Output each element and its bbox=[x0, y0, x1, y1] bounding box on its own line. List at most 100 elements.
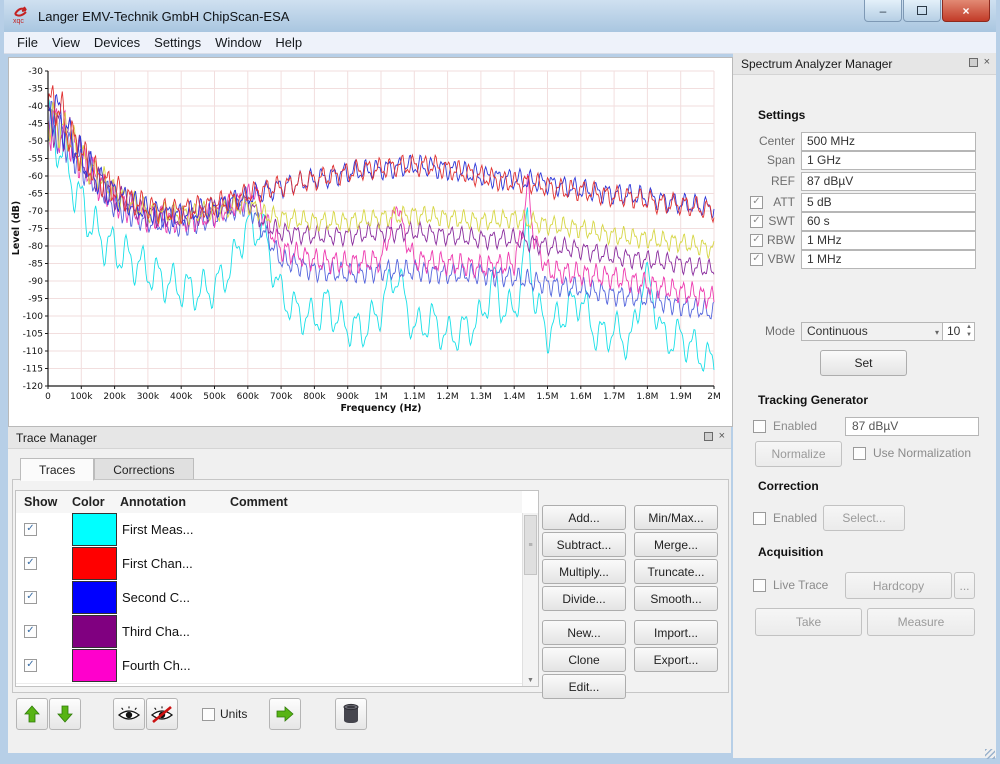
color-swatch[interactable] bbox=[72, 581, 117, 614]
maximize-button[interactable] bbox=[903, 0, 941, 22]
move-up-button[interactable] bbox=[16, 698, 48, 730]
hardcopy-button[interactable]: Hardcopy bbox=[845, 572, 952, 599]
spinner-arrows-icon[interactable]: ▲▼ bbox=[966, 323, 972, 339]
ref-input[interactable]: 87 dBµV bbox=[801, 172, 976, 191]
color-swatch[interactable] bbox=[72, 513, 117, 546]
menu-devices[interactable]: Devices bbox=[87, 33, 147, 52]
tracking-enabled-checkbox[interactable] bbox=[753, 420, 766, 433]
color-swatch[interactable] bbox=[72, 615, 117, 648]
edit-button[interactable]: Edit... bbox=[542, 674, 626, 699]
show-checkbox[interactable] bbox=[24, 591, 37, 604]
menu-file[interactable]: File bbox=[10, 33, 45, 52]
subtract-button[interactable]: Subtract... bbox=[542, 532, 626, 557]
svg-text:-50: -50 bbox=[28, 137, 43, 147]
set-button[interactable]: Set bbox=[820, 350, 907, 376]
table-row[interactable]: Second C... bbox=[16, 581, 522, 616]
table-row[interactable]: First Chan... bbox=[16, 547, 522, 582]
tab-corrections[interactable]: Corrections bbox=[94, 458, 193, 481]
spectrum-analyzer-header[interactable]: Spectrum Analyzer Manager × bbox=[733, 53, 996, 75]
show-checkbox[interactable] bbox=[24, 659, 37, 672]
show-checkbox[interactable] bbox=[24, 557, 37, 570]
delete-trace-button[interactable] bbox=[335, 698, 367, 730]
svg-text:700k: 700k bbox=[270, 392, 293, 402]
close-panel-icon[interactable]: × bbox=[719, 432, 725, 441]
import-button[interactable]: Import... bbox=[634, 620, 718, 645]
show-checkbox[interactable] bbox=[24, 523, 37, 536]
menu-window[interactable]: Window bbox=[208, 33, 268, 52]
scroll-down-icon[interactable]: ▼ bbox=[523, 677, 538, 684]
scrollbar-thumb[interactable]: ≡ bbox=[524, 515, 537, 575]
divide-button[interactable]: Divide... bbox=[542, 586, 626, 611]
minimize-button[interactable]: – bbox=[864, 0, 902, 22]
table-row[interactable]: First Meas... bbox=[16, 513, 522, 548]
add-button[interactable]: Add... bbox=[542, 505, 626, 530]
svg-text:-60: -60 bbox=[28, 172, 43, 182]
trace-manager-header[interactable]: Trace Manager × bbox=[8, 427, 731, 449]
truncate-button[interactable]: Truncate... bbox=[634, 559, 718, 584]
table-row[interactable]: Third Cha... bbox=[16, 615, 522, 650]
hide-trace-button[interactable] bbox=[146, 698, 178, 730]
tab-traces[interactable]: Traces bbox=[20, 458, 94, 481]
swt-label: SWT bbox=[733, 214, 795, 228]
correction-enabled-checkbox[interactable] bbox=[753, 512, 766, 525]
rbw-input[interactable]: 1 MHz bbox=[801, 231, 976, 250]
new-button[interactable]: New... bbox=[542, 620, 626, 645]
window-title: Langer EMV-Technik GmbH ChipScan-ESA bbox=[38, 9, 289, 24]
apply-button[interactable] bbox=[269, 698, 301, 730]
att-input[interactable]: 5 dB bbox=[801, 193, 976, 212]
float-panel-icon[interactable] bbox=[969, 58, 978, 67]
menu-settings[interactable]: Settings bbox=[147, 33, 208, 52]
live-trace-checkbox[interactable] bbox=[753, 579, 766, 592]
center-label: Center bbox=[733, 134, 795, 148]
swt-input[interactable]: 60 s bbox=[801, 212, 976, 231]
svg-text:600k: 600k bbox=[237, 392, 260, 402]
correction-select-button[interactable]: Select... bbox=[823, 505, 905, 531]
merge-button[interactable]: Merge... bbox=[634, 532, 718, 557]
spectrum-analyzer-title: Spectrum Analyzer Manager bbox=[741, 57, 892, 71]
clone-button[interactable]: Clone bbox=[542, 647, 626, 672]
smooth-button[interactable]: Smooth... bbox=[634, 586, 718, 611]
center-input[interactable]: 500 MHz bbox=[801, 132, 976, 151]
close-button[interactable]: × bbox=[942, 0, 990, 22]
units-checkbox[interactable] bbox=[202, 708, 215, 721]
trace-annotation: First Chan... bbox=[122, 556, 193, 571]
move-down-button[interactable] bbox=[49, 698, 81, 730]
mode-select[interactable]: Continuous▾ bbox=[801, 322, 943, 341]
tracking-generator-heading: Tracking Generator bbox=[758, 393, 868, 407]
vbw-input[interactable]: 1 MHz bbox=[801, 250, 976, 269]
use-normalization-label: Use Normalization bbox=[873, 446, 971, 460]
vbw-label: VBW bbox=[733, 252, 795, 266]
app-window: xqc Langer EMV-Technik GmbH ChipScan-ESA… bbox=[0, 0, 1000, 764]
title-bar: xqc Langer EMV-Technik GmbH ChipScan-ESA… bbox=[4, 0, 996, 32]
minimize-icon: – bbox=[880, 4, 887, 18]
count-spinner[interactable]: 10▲▼ bbox=[942, 322, 975, 341]
hardcopy-more-button[interactable]: ... bbox=[954, 572, 975, 599]
menu-view[interactable]: View bbox=[45, 33, 87, 52]
trace-manager-title: Trace Manager bbox=[16, 431, 97, 445]
trace-manager-panel: Trace Manager × Traces Corrections Show … bbox=[8, 427, 731, 753]
svg-text:-65: -65 bbox=[28, 190, 43, 200]
tg-level-input[interactable]: 87 dBµV bbox=[845, 417, 979, 436]
resize-grip[interactable] bbox=[985, 749, 995, 759]
trace-table-scrollbar[interactable]: ≡ ▼ bbox=[522, 513, 538, 686]
span-input[interactable]: 1 GHz bbox=[801, 151, 976, 170]
spectrum-analyzer-panel: Spectrum Analyzer Manager × Settings Cen… bbox=[733, 53, 996, 758]
tracking-enabled-label: Enabled bbox=[773, 419, 817, 433]
svg-text:1.5M: 1.5M bbox=[536, 392, 558, 402]
setting-row-vbw: VBW 1 MHz bbox=[733, 250, 996, 269]
color-swatch[interactable] bbox=[72, 547, 117, 580]
multiply-button[interactable]: Multiply... bbox=[542, 559, 626, 584]
table-row[interactable]: Fourth Ch... bbox=[16, 649, 522, 684]
close-panel-icon[interactable]: × bbox=[984, 58, 990, 67]
normalize-button[interactable]: Normalize bbox=[755, 441, 842, 467]
menu-help[interactable]: Help bbox=[268, 33, 309, 52]
float-panel-icon[interactable] bbox=[704, 432, 713, 441]
take-button[interactable]: Take bbox=[755, 608, 862, 636]
show-trace-button[interactable] bbox=[113, 698, 145, 730]
color-swatch[interactable] bbox=[72, 649, 117, 682]
use-normalization-checkbox[interactable] bbox=[853, 447, 866, 460]
export-button[interactable]: Export... bbox=[634, 647, 718, 672]
show-checkbox[interactable] bbox=[24, 625, 37, 638]
minmax-button[interactable]: Min/Max... bbox=[634, 505, 718, 530]
measure-button[interactable]: Measure bbox=[867, 608, 975, 636]
